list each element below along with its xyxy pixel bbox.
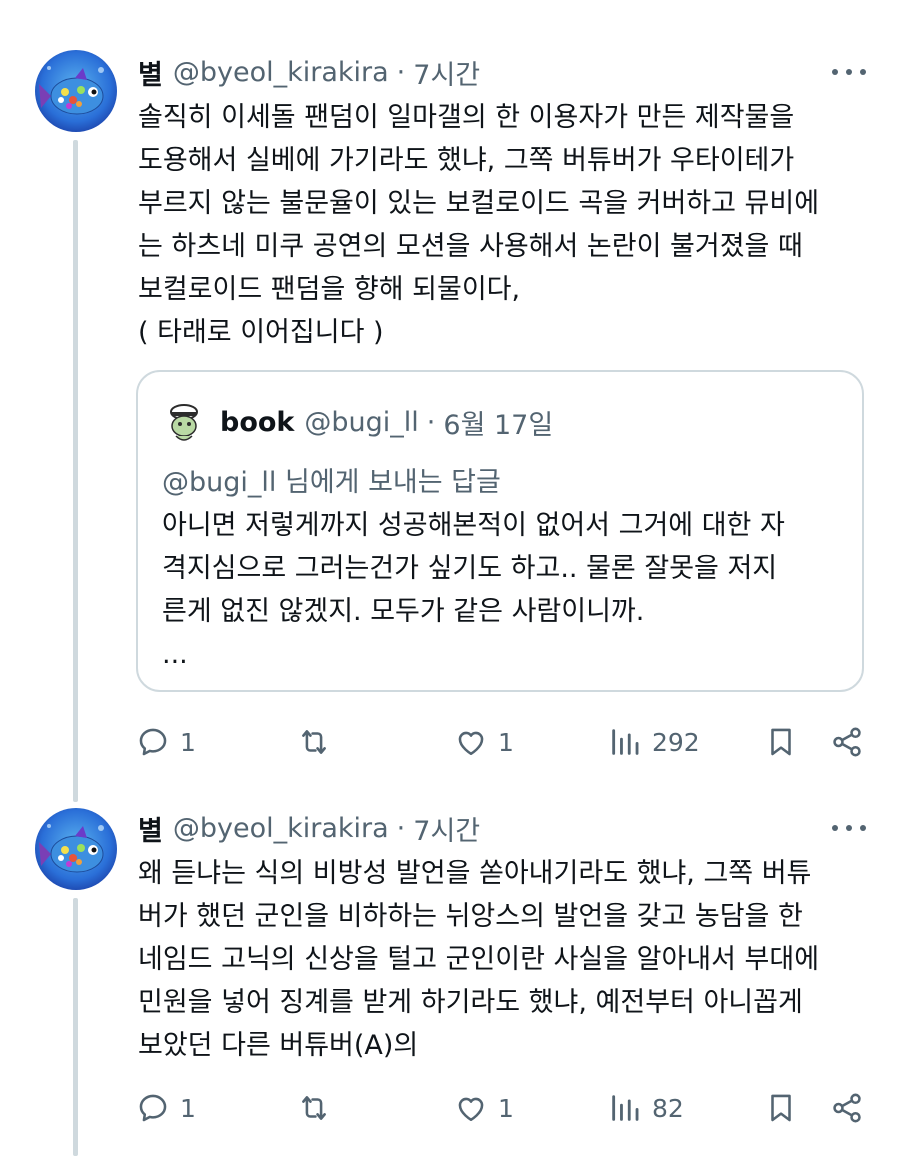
tweet-text-line: 네임드 고닉의 신상을 털고 군인이란 사실을 알아내서 부대에 [138, 944, 820, 975]
share-button[interactable] [830, 720, 864, 764]
tweet-text-line: 부르지 않는 불문율이 있는 보컬로이드 곡을 커버하고 뮤비에 [138, 188, 820, 219]
like-count: 1 [498, 727, 514, 757]
reply-button[interactable]: 1 [136, 1086, 196, 1130]
display-name[interactable]: 별 [138, 809, 163, 848]
tweet-text-line: 는 하츠네 미쿠 공연의 모션을 사용해서 논란이 불거졌을 때 [138, 231, 803, 262]
replying-to-label: @bugi_ll 님에게 보내는 답글 [162, 467, 501, 498]
tweet-text-line: 솔직히 이세돌 팬덤이 일마갤의 한 이용자가 만든 제작물을 [138, 102, 795, 133]
retweet-icon [302, 1096, 326, 1120]
reply-icon [139, 1094, 167, 1122]
share-button[interactable] [830, 1086, 864, 1130]
tweet-text-line: 버가 했던 군인을 비하하는 뉘앙스의 발언을 갖고 농담을 한 [138, 901, 803, 932]
more-icon[interactable] [832, 818, 866, 838]
tweet-text-line: 보았던 다른 버튜버(A)의 [138, 1030, 419, 1061]
reply-button[interactable]: 1 [136, 720, 196, 764]
tweet-text: 솔직히 이세돌 팬덤이 일마갤의 한 이용자가 만든 제작물을 도용해서 실베에… [138, 96, 878, 354]
user-handle[interactable]: @byeol_kirakira [173, 813, 389, 844]
reply-icon [139, 728, 167, 756]
tweet-timestamp[interactable]: 7시간 [413, 809, 480, 848]
thread-line [73, 140, 78, 802]
separator-dot: · [396, 812, 406, 844]
tweet-timestamp[interactable]: 7시간 [413, 53, 480, 92]
retweet-icon [302, 730, 326, 754]
tweet-text-line: 민원을 넣어 징계를 받게 하기라도 했냐, 예전부터 아니꼽게 [138, 987, 803, 1018]
thread-line [73, 898, 78, 1156]
share-icon [833, 1093, 861, 1123]
quoted-text-ellipsis: ... [162, 639, 188, 670]
like-button[interactable]: 1 [454, 1086, 514, 1130]
views-button[interactable]: 292 [608, 720, 700, 764]
retweet-button[interactable] [296, 720, 342, 764]
like-icon [458, 1097, 484, 1122]
quoted-display-name[interactable]: book [220, 407, 294, 438]
avatar[interactable] [35, 808, 117, 890]
views-button[interactable]: 82 [608, 1086, 684, 1130]
user-handle[interactable]: @byeol_kirakira [173, 57, 389, 88]
avatar[interactable] [35, 50, 117, 132]
quoted-tweet-card[interactable]: book @bugi_ll · 6월 17일 @bugi_ll 님에게 보내는 … [136, 370, 864, 692]
like-button[interactable]: 1 [454, 720, 514, 764]
quoted-tweet-text: 아니면 저렇게까지 성공해본적이 없어서 그거에 대한 자 격지심으로 그러는건… [162, 504, 852, 676]
quoted-user-handle[interactable]: @bugi_ll [304, 407, 418, 438]
separator-dot: · [426, 406, 436, 438]
quoted-tweet-date[interactable]: 6월 17일 [443, 403, 553, 442]
views-icon [612, 729, 639, 755]
quoted-text-line: 격지심으로 그러는건가 싶기도 하고.. 물론 잘못을 저지 [162, 553, 778, 584]
tweet-header: 별 @byeol_kirakira · 7시간 [138, 52, 480, 92]
rainbow-fish-avatar-image [35, 808, 117, 890]
quoted-tweet-header: book @bugi_ll · 6월 17일 [162, 400, 553, 444]
tweet-text-line: 왜 듣냐는 식의 비방성 발언을 쏟아내기라도 했냐, 그쪽 버튜 [138, 858, 812, 889]
tweet-text-line: 도용해서 실베에 가기라도 했냐, 그쪽 버튜버가 우타이테가 [138, 145, 795, 176]
bookmark-button[interactable] [764, 1086, 798, 1130]
tweet-header: 별 @byeol_kirakira · 7시간 [138, 808, 480, 848]
tweet-text-line: ( 타래로 이어집니다 ) [138, 317, 384, 348]
display-name[interactable]: 별 [138, 53, 163, 92]
view-count: 292 [652, 727, 700, 757]
tweet-action-bar: 1 1 82 [136, 1086, 866, 1130]
quoted-text-line: 아니면 저렇게까지 성공해본적이 없어서 그거에 대한 자 [162, 510, 785, 541]
bookmark-button[interactable] [764, 720, 798, 764]
tweet-text: 왜 듣냐는 식의 비방성 발언을 쏟아내기라도 했냐, 그쪽 버튜 버가 했던 … [138, 852, 878, 1067]
view-count: 82 [652, 1093, 684, 1123]
views-icon [612, 1095, 639, 1121]
tweet-text-line: 보컬로이드 팬덤을 향해 되물이다, [138, 274, 521, 305]
share-icon [833, 727, 861, 757]
bookmark-icon [771, 1094, 791, 1122]
quoted-user-avatar[interactable] [162, 400, 206, 444]
more-icon[interactable] [832, 62, 866, 82]
tweet-action-bar: 1 1 292 [136, 720, 866, 764]
quoted-text-line: 른게 없진 않겠지. 모두가 같은 사람이니까. [162, 596, 645, 627]
bookmark-icon [771, 728, 791, 756]
reply-count: 1 [180, 1093, 196, 1123]
like-icon [458, 731, 484, 756]
reply-count: 1 [180, 727, 196, 757]
rainbow-fish-avatar-image [35, 50, 117, 132]
like-count: 1 [498, 1093, 514, 1123]
separator-dot: · [396, 56, 406, 88]
retweet-button[interactable] [296, 1086, 342, 1130]
